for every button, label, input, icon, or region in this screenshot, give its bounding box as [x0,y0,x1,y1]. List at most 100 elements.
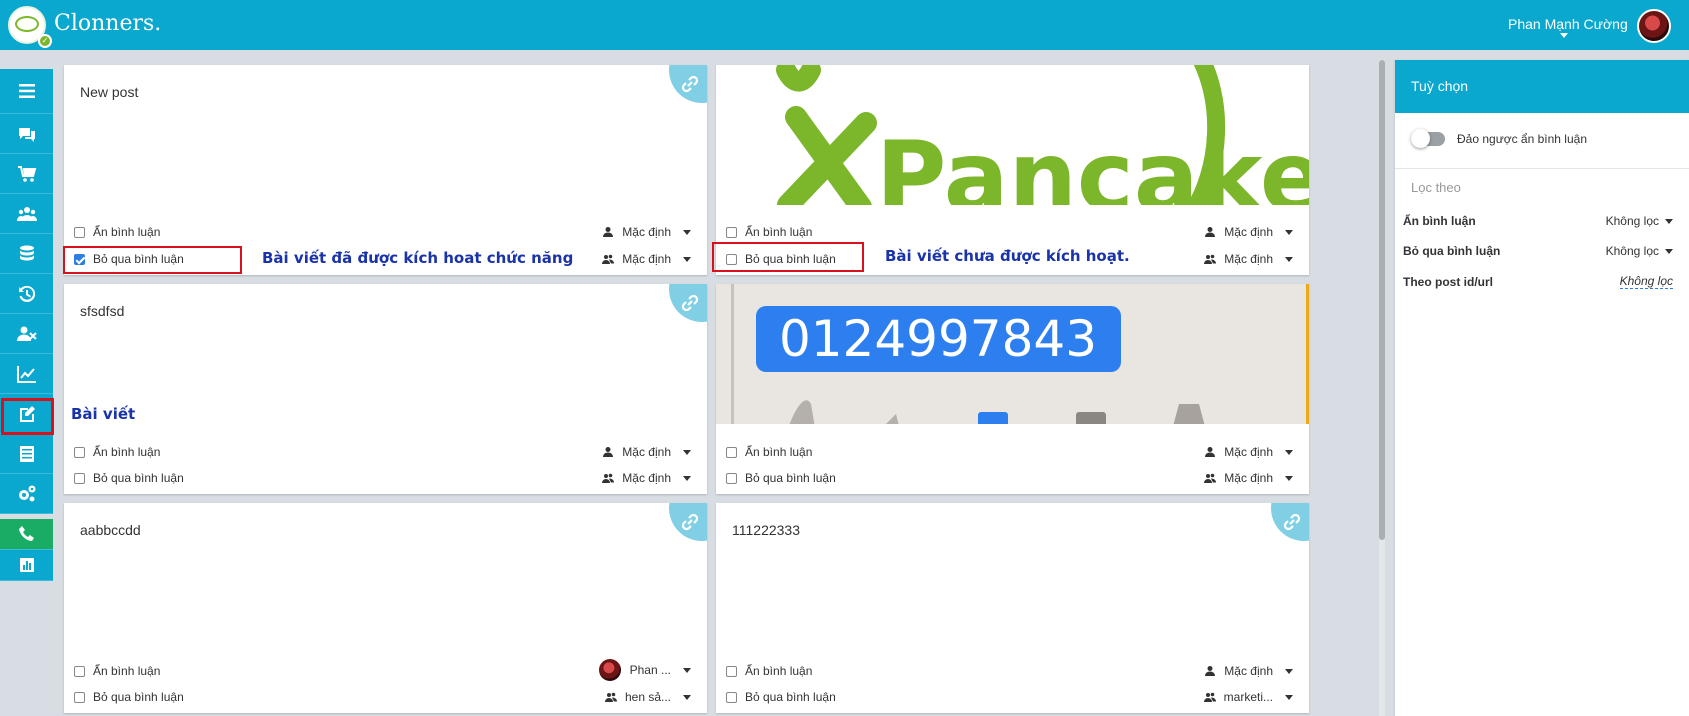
bar-chart-icon [19,558,34,572]
annotation-not-activated: Bài viết chưa được kích hoạt. [885,247,1130,265]
users-icon [1204,254,1217,264]
hide-comment-option[interactable]: Ẩn bình luận [74,664,160,678]
users-icon [1203,692,1216,702]
post-text: New post [80,84,139,100]
hide-comment-option[interactable]: Ẩn bình luận [74,445,160,459]
skip-comment-option[interactable]: Bỏ qua bình luận [726,471,836,485]
skip-comment-checkbox[interactable] [74,472,85,484]
chevron-down-icon [1285,694,1293,700]
sidebar-item-call[interactable] [0,519,53,550]
chevron-down-icon [1285,449,1293,455]
annotation-highlight-sidebar [1,398,54,435]
hide-comment-dropdown[interactable]: Mặc định [602,225,691,239]
filter-skip-comment-select[interactable]: Không lọc [1606,244,1673,258]
user-block-icon [16,326,37,341]
hide-comment-dropdown[interactable]: Mặc định [1204,664,1293,678]
skip-comment-option[interactable]: Bỏ qua bình luận [74,471,184,485]
skip-comment-option[interactable]: Bỏ qua bình luận [74,690,184,704]
hide-comment-option[interactable]: Ẩn bình luận [726,445,812,459]
skip-comment-dropdown[interactable]: hen sả... [604,690,691,704]
post-text: aabbccdd [80,522,141,538]
hide-comment-dropdown[interactable]: Phan ... [598,659,691,681]
annotation-post: Bài viết [71,405,136,423]
chevron-down-icon [1285,229,1293,235]
hide-comment-checkbox[interactable] [726,226,737,238]
link-badge[interactable] [1271,503,1309,541]
hide-comment-checkbox[interactable] [74,446,85,458]
users-icon [602,254,615,264]
invert-hide-toggle[interactable] [1411,129,1445,148]
user-icon [603,227,614,237]
invert-hide-toggle-row[interactable]: Đảo ngược ẩn bình luận [1411,129,1587,148]
skip-comment-checkbox[interactable] [726,691,737,703]
skip-comment-checkbox[interactable] [74,691,85,703]
sidebar-item-menu[interactable] [0,69,53,114]
skip-comment-dropdown[interactable]: Mặc định [602,471,691,485]
divider [1395,168,1689,169]
sidebar-item-list[interactable] [0,434,53,474]
hide-comment-dropdown[interactable]: Mặc định [602,445,691,459]
post-image: 0124997843 [716,284,1309,424]
skip-comment-checkbox[interactable] [726,472,737,484]
hide-comment-option[interactable]: Ẩn bình luận [726,664,812,678]
sidebar-item-settings[interactable] [0,474,53,514]
link-icon [681,513,699,531]
skip-comment-option[interactable]: Bỏ qua bình luận [726,690,836,704]
skip-comment-dropdown[interactable]: Mặc định [602,252,691,266]
sidebar-item-history[interactable] [0,274,53,314]
chevron-down-icon [1285,668,1293,674]
skip-comment-dropdown[interactable]: marketi... [1203,690,1293,704]
post-card[interactable]: aabbccdd Ẩn bình luận Bỏ qua bình luận P… [64,503,707,713]
user-avatar[interactable] [1637,9,1671,43]
sidebar-item-customers[interactable] [0,194,53,234]
top-bar: ✓ Clonners. Phan Mạnh Cường [0,0,1689,50]
filter-post-id-input[interactable]: Không lọc [1619,274,1673,289]
phone-icon [18,526,34,541]
post-card[interactable]: New post Ẩn bình luận Bỏ qua bình luận M… [64,65,707,275]
hide-comment-checkbox[interactable] [74,226,85,238]
filter-hide-comment-select[interactable]: Không lọc [1606,214,1673,228]
chevron-down-icon [1285,256,1293,262]
sidebar-item-cart[interactable] [0,154,53,194]
hide-comment-option[interactable]: Ẩn bình luận [74,225,160,239]
annotation-highlight-activated [63,246,242,274]
filter-title: Lọc theo [1411,180,1461,195]
pancake-logo[interactable]: ✓ [8,6,52,48]
hide-comment-dropdown[interactable]: Mặc định [1204,445,1293,459]
post-text: sfsdfsd [80,303,125,319]
hide-comment-option[interactable]: Ẩn bình luận [726,225,812,239]
user-name[interactable]: Phan Mạnh Cường [1508,16,1628,32]
annotation-activated: Bài viết đã được kích hoat chức năng [262,249,574,267]
user-icon [1205,447,1216,457]
user-icon [1205,666,1216,676]
sidebar-item-chat[interactable] [0,114,53,154]
post-card[interactable]: sfsdfsd Ẩn bình luận Bỏ qua bình luận Mặ… [64,284,707,494]
sidebar-item-blocked-users[interactable] [0,314,53,354]
hide-comment-dropdown[interactable]: Mặc định [1204,225,1293,239]
avatar [598,659,621,681]
filter-skip-comment: Bỏ qua bình luận Không lọc [1403,244,1673,258]
skip-comment-dropdown[interactable]: Mặc định [1204,252,1293,266]
sidebar-item-database[interactable] [0,234,53,274]
post-text: 111222333 [732,522,800,538]
chevron-down-icon [683,475,691,481]
hide-comment-checkbox[interactable] [74,665,85,677]
link-badge[interactable] [669,503,707,541]
skip-comment-dropdown[interactable]: Mặc định [1204,471,1293,485]
users-icon [16,206,37,221]
chevron-down-icon[interactable] [1560,33,1568,38]
post-card[interactable]: 0124997843 Ẩn bình luận Bỏ qua bình luận… [716,284,1309,494]
link-badge[interactable] [669,284,707,322]
post-card[interactable]: 111222333 Ẩn bình luận Bỏ qua bình luận … [716,503,1309,713]
hide-comment-checkbox[interactable] [726,665,737,677]
scrollbar-thumb[interactable] [1379,60,1385,540]
hide-comment-checkbox[interactable] [726,446,737,458]
chevron-down-icon [1665,248,1673,254]
user-icon [1205,227,1216,237]
chevron-down-icon [1665,218,1673,224]
sidebar-item-reports[interactable] [0,550,53,581]
chevron-down-icon [683,694,691,700]
sidebar-item-statistics[interactable] [0,354,53,394]
link-badge[interactable] [669,65,707,103]
post-image: Pancake [716,65,1309,205]
